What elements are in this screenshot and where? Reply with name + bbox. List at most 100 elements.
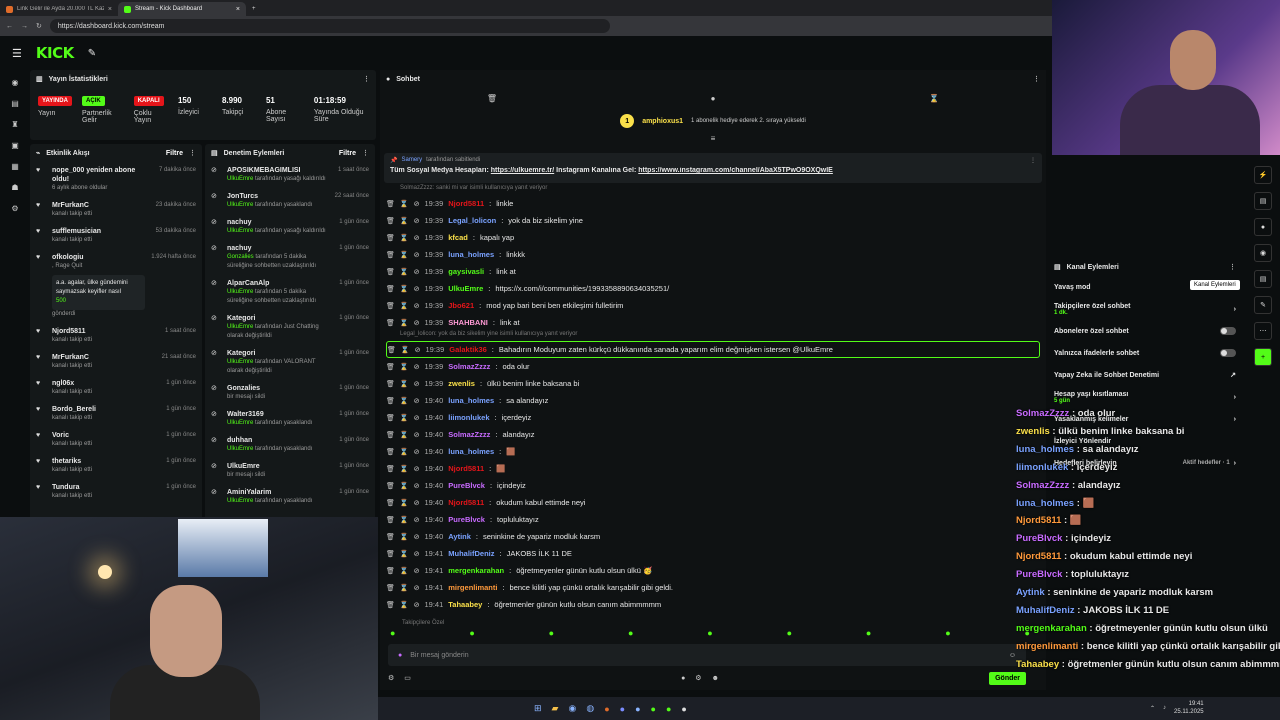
mod-action-item[interactable]: ⊘ Gonzalies bir mesajı sildi 1 gün önce xyxy=(205,380,375,406)
ban-icon[interactable]: ⊘ xyxy=(414,516,420,524)
timeout-icon[interactable]: ⌛ xyxy=(400,302,409,310)
gift-user[interactable]: amphioxus1 xyxy=(642,118,683,125)
activity-item[interactable]: ♥ Njord5811 kanalı takip etti 1 saat önce xyxy=(30,323,202,349)
timeout-icon[interactable]: ⌛ xyxy=(400,448,409,456)
mod-action-target[interactable]: APOSIKMEBAGIMLISI xyxy=(227,166,332,175)
mod-action-target[interactable]: UlkuEmre xyxy=(227,462,333,471)
spotify-icon[interactable]: ● xyxy=(651,704,656,714)
ban-icon[interactable]: ⊘ xyxy=(414,465,420,473)
activity-user[interactable]: nope_000 yeniden abone oldu! xyxy=(52,166,153,184)
activity-user[interactable]: MrFurkanC xyxy=(52,353,156,362)
message-user[interactable]: Njord5811 xyxy=(448,464,484,473)
activity-item[interactable]: ♥ Bordo_Bereli kanalı takip etti 1 gün önce xyxy=(30,401,202,427)
timeout-icon[interactable]: ⌛ xyxy=(400,550,409,558)
delete-icon[interactable]: 🗑 xyxy=(386,380,395,388)
delete-icon[interactable]: 🗑 xyxy=(386,302,395,310)
chat-message[interactable]: 🗑 ⌛ ⊘ 19:39 Legal_lolicon: yok da biz sikelim… xyxy=(386,212,1040,229)
moderator-name[interactable]: UlkuEmre xyxy=(227,420,253,426)
chat-message[interactable]: 🗑 ⌛ ⊘ 19:41 MuhalifDeniz: JAKOBS İLK 11 DE xyxy=(386,545,1040,562)
message-user[interactable]: SolmazZzzz xyxy=(448,362,490,371)
chat-message[interactable]: 🗑 ⌛ ⊘ 19:41 Tahaabey: öğretmenler günün kutlu… xyxy=(386,596,1040,613)
message-user[interactable]: mirgenlimanti xyxy=(448,583,497,592)
activity-item[interactable]: ♥ MrFurkanC kanalı takip etti 23 dakika önc… xyxy=(30,197,202,223)
delete-icon[interactable]: 🗑 xyxy=(386,431,395,439)
activity-item[interactable]: ♥ sufflemusician kanalı takip etti 53 dakik… xyxy=(30,223,202,249)
timeout-icon[interactable]: ⌛ xyxy=(400,285,409,293)
mod-action-target[interactable]: nachuy xyxy=(227,218,333,227)
chat-message[interactable]: 🗑 ⌛ ⊘ 19:39 zwenlis: ülkü benim linke baksana… xyxy=(386,375,1040,392)
message-user[interactable]: Aytink xyxy=(448,532,471,541)
activity-user[interactable]: Tundura xyxy=(52,483,160,492)
browser-tab[interactable]: Link Gelir ile Ayda 20.000 TL Kazan × xyxy=(0,2,118,16)
timeout-icon[interactable]: ⌛ xyxy=(400,251,409,259)
chat-message[interactable]: 🗑 ⌛ ⊘ 19:41 mirgenlimanti: bence kilitli yap … xyxy=(386,579,1040,596)
more-icon[interactable]: ⋮ xyxy=(363,75,370,83)
activity-item[interactable]: ♥ nope_000 yeniden abone oldu! 6 aylık abo… xyxy=(30,162,202,197)
delete-icon[interactable]: 🗑 xyxy=(386,285,395,293)
clock-date[interactable]: 25.11.2025 xyxy=(1174,708,1204,716)
folder-icon[interactable]: ▰ xyxy=(552,703,559,714)
kick-logo[interactable]: KICK xyxy=(36,44,74,62)
emoji-icon[interactable]: ☻ xyxy=(712,675,719,682)
message-user[interactable]: kfcad xyxy=(448,233,468,242)
more-icon[interactable]: ⋮ xyxy=(1229,263,1236,271)
chat-message[interactable]: 🗑 ⌛ ⊘ 19:40 liimonlukek: içerdeyiz xyxy=(386,409,1040,426)
mod-action-item[interactable]: ⊘ AlparCanAlp UlkuEmre tarafından 5 dakika… xyxy=(205,275,375,310)
ban-icon[interactable]: ⊘ xyxy=(414,234,420,242)
chat-message[interactable]: 🗑 ⌛ ⊘ 19:39 UlkuEmre: https://x.com/i/communi… xyxy=(386,280,1040,297)
mod-action-target[interactable]: Kategori xyxy=(227,349,333,358)
timeout-icon[interactable]: ⌛ xyxy=(400,363,409,371)
timeout-icon[interactable]: ⌛ xyxy=(400,499,409,507)
tools-button[interactable]: ✎ xyxy=(1254,296,1272,314)
message-user[interactable]: PureBlvck xyxy=(448,515,485,524)
mod-action-item[interactable]: ⊘ Kategori UlkuEmre tarafından Just Chatti… xyxy=(205,310,375,345)
message-user[interactable]: Jbo621 xyxy=(448,301,474,310)
url-input[interactable]: https://dashboard.kick.com/stream xyxy=(49,19,610,33)
timeout-icon[interactable]: ⌛ xyxy=(400,601,409,609)
activity-user[interactable]: sufflemusician xyxy=(52,227,150,236)
message-user[interactable]: Njord5811 xyxy=(448,498,484,507)
timeout-icon[interactable]: ⌛ xyxy=(400,397,409,405)
chat-message[interactable]: 🗑 ⌛ ⊘ 19:41 mergenkarahan: öğretmeyenler günü… xyxy=(386,562,1040,579)
mod-action-item[interactable]: ⊘ Kategori UlkuEmre tarafından VALORANT ol… xyxy=(205,345,375,380)
mod-action-target[interactable]: Gonzalies xyxy=(227,384,333,393)
channel-action-item[interactable]: Yalnızca ifadelerle sohbet xyxy=(1048,342,1242,364)
message-user[interactable]: zwenlis xyxy=(448,379,475,388)
delete-icon[interactable]: 🗑 xyxy=(386,363,395,371)
delete-icon[interactable]: 🗑 xyxy=(387,346,396,354)
chat-message[interactable]: 🗑 ⌛ ⊘ 19:40 PureBlvck: içindeyiz xyxy=(386,477,1040,494)
whatsapp-icon[interactable]: ● xyxy=(666,704,671,714)
quick-action-button[interactable]: ◉ xyxy=(1254,244,1272,262)
filter-button[interactable]: Filtre xyxy=(339,150,356,157)
timeout-icon[interactable]: ⌛ xyxy=(400,584,409,592)
new-tab-button[interactable]: + xyxy=(246,2,266,16)
menu-icon[interactable]: ☰ xyxy=(12,47,22,60)
emote-icon[interactable]: ● xyxy=(390,628,395,638)
timeout-icon[interactable]: ⌛ xyxy=(400,234,409,242)
emote-icon[interactable]: ● xyxy=(549,628,554,638)
chat-message[interactable]: 🗑 ⌛ ⊘ 19:39 kfcad: kapalı yap xyxy=(386,229,1040,246)
add-button[interactable]: + xyxy=(1254,348,1272,366)
status-badge[interactable]: YAYINDA xyxy=(38,96,72,106)
chat-message[interactable]: 🗑 ⌛ ⊘ 19:40 luna_holmes: 🟫 xyxy=(386,443,1040,460)
ban-icon[interactable]: ⊘ xyxy=(414,601,420,609)
timeout-icon[interactable]: ⌛ xyxy=(400,533,409,541)
mod-action-item[interactable]: ⊘ Walter3169 UlkuEmre tarafından yasakland… xyxy=(205,406,375,432)
ban-icon[interactable]: ⊘ xyxy=(415,346,421,354)
community-icon[interactable]: ▣ xyxy=(11,141,19,150)
delete-icon[interactable]: 🗑 xyxy=(386,567,395,575)
ban-icon[interactable]: ⊘ xyxy=(414,567,420,575)
channel-action-item[interactable]: Abonelere özel sohbet xyxy=(1048,320,1242,342)
ban-icon[interactable]: ⊘ xyxy=(414,268,420,276)
channel-action-item[interactable]: Takipçilere özel sohbet 1 dk. › xyxy=(1048,298,1242,320)
message-user[interactable]: Njord5811 xyxy=(448,199,484,208)
trash-icon[interactable]: 🗑 xyxy=(487,94,497,103)
more-icon[interactable]: ⋮ xyxy=(1033,75,1040,83)
delete-icon[interactable]: 🗑 xyxy=(386,601,395,609)
ban-icon[interactable]: ⊘ xyxy=(414,397,420,405)
ban-icon[interactable]: ⊘ xyxy=(414,448,420,456)
chat-message[interactable]: 🗑 ⌛ ⊘ 19:40 Aytink: seninkine de yapariz modl… xyxy=(386,528,1040,545)
filter-button[interactable]: Filtre xyxy=(166,150,183,157)
ban-icon[interactable]: ⊘ xyxy=(414,200,420,208)
discord-icon[interactable]: ● xyxy=(620,704,625,714)
